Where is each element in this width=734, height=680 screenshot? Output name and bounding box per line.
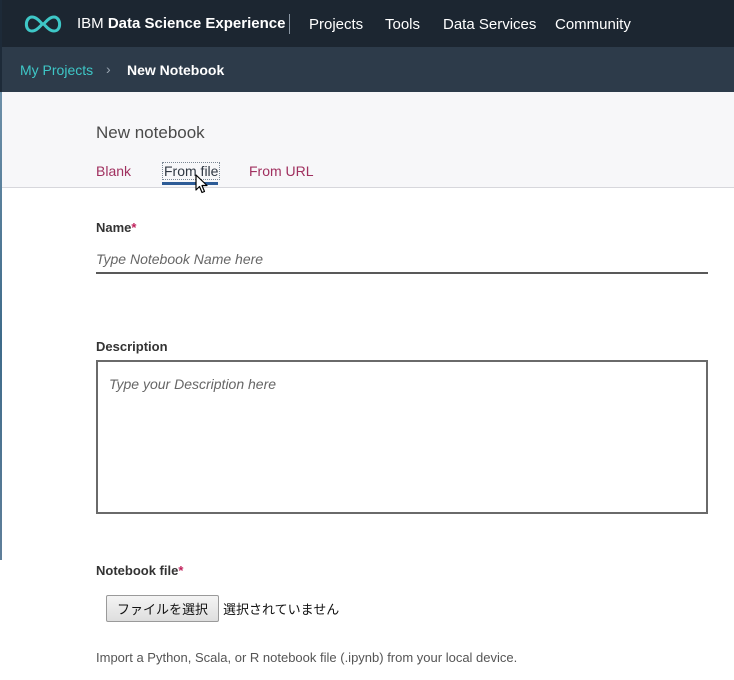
brand-prefix: IBM [77, 15, 104, 32]
nav-item-tools[interactable]: Tools [385, 16, 420, 33]
page-header: New notebook Blank From file From URL [2, 92, 734, 188]
nav-item-community[interactable]: Community [555, 16, 631, 33]
name-label: Name* [96, 220, 136, 235]
notebook-file-label-text: Notebook file [96, 563, 179, 578]
breadcrumb: My Projects › New Notebook [2, 47, 734, 92]
breadcrumb-my-projects[interactable]: My Projects [20, 62, 93, 78]
choose-file-button[interactable]: ファイルを選択 [106, 595, 219, 622]
chevron-right-icon: › [106, 61, 111, 77]
notebook-file-label: Notebook file* [96, 563, 183, 578]
top-navigation-bar: IBM Data Science Experience Projects Too… [2, 0, 734, 47]
tab-from-url[interactable]: From URL [249, 163, 314, 179]
page-title: New notebook [96, 123, 205, 142]
breadcrumb-current: New Notebook [127, 62, 225, 78]
brand-title[interactable]: IBM Data Science Experience [77, 15, 285, 32]
description-label: Description [96, 339, 168, 354]
required-marker: * [178, 563, 184, 578]
name-label-text: Name [96, 220, 132, 235]
description-textarea[interactable] [96, 360, 708, 514]
brand-name: Data Science Experience [107, 15, 286, 32]
infinity-logo-icon[interactable] [21, 13, 65, 35]
mouse-pointer-icon [195, 174, 208, 194]
nav-divider [289, 14, 290, 34]
active-tab-indicator [162, 182, 218, 185]
tab-from-file[interactable]: From file [162, 162, 221, 180]
notebook-name-input[interactable] [96, 246, 708, 274]
file-help-text: Import a Python, Scala, or R notebook fi… [96, 650, 518, 665]
nav-item-projects[interactable]: Projects [309, 16, 363, 33]
tab-blank[interactable]: Blank [96, 163, 131, 179]
file-status-text: 選択されていません [223, 603, 340, 618]
nav-item-data-services[interactable]: Data Services [443, 16, 536, 33]
required-marker: * [131, 220, 137, 235]
